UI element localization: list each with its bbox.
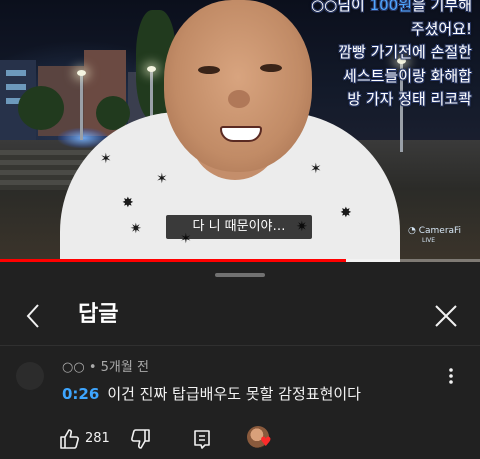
reply-icon — [194, 430, 210, 449]
comment-age: 5개월 전 — [100, 360, 149, 375]
camerafi-watermark: ◔ CameraFi LIVE — [408, 226, 461, 246]
person-eye — [198, 66, 220, 74]
comment-author[interactable]: ○○ — [62, 360, 85, 375]
heart-icon: ♥ — [260, 435, 272, 450]
close-icon — [435, 305, 457, 327]
sheet-header: 답글 — [0, 290, 480, 342]
sheet-drag-handle[interactable] — [215, 273, 265, 277]
video-player[interactable]: ✶ ✸ ✶ ✷ ✶ ✸ ✷ ✶ ○○님이 100원을 기부해 주셨어요! 깜빵 … — [0, 0, 480, 262]
person-face — [164, 0, 312, 172]
background-tree — [18, 86, 64, 130]
donation-line-1: ○○님이 100원을 기부해 — [300, 0, 472, 18]
more-vert-icon — [449, 368, 453, 384]
reply-button[interactable] — [190, 427, 214, 451]
thumbs-up-icon — [60, 429, 79, 449]
donation-line-1-text: ○○님이 100원을 기부해 — [311, 0, 472, 14]
sheet-title: 답글 — [78, 302, 119, 327]
chevron-left-icon — [26, 304, 39, 328]
street-lamp — [77, 70, 86, 140]
watermark-live: LIVE — [422, 237, 436, 244]
comment-item: ○○ • 5개월 전 0:26 이건 진짜 탑급배우도 못할 감정표현이다 281 — [0, 346, 480, 459]
person-mouth — [220, 126, 262, 142]
donation-line-4: 세스트들이랑 화해합 — [343, 66, 472, 85]
comment-text: 이건 진짜 탑급배우도 못할 감정표현이다 — [107, 385, 361, 403]
donation-overlay: ○○님이 100원을 기부해 주셨어요! 깜빵 가기전에 손절한 세스트들이랑 … — [300, 0, 480, 112]
comment-body: 0:26 이건 진짜 탑급배우도 못할 감정표현이다 — [62, 383, 361, 405]
donation-line-5: 방 가자 정태 리코콱 — [347, 90, 472, 108]
meta-separator: • — [88, 360, 97, 375]
donation-line-2: 주셨어요! — [410, 19, 472, 38]
person-eye — [260, 64, 282, 72]
donation-amount: 100원 — [369, 0, 413, 14]
video-caption: 다 니 때문이야… — [166, 215, 312, 239]
replies-sheet: 답글 ○○ • 5개월 전 0:26 이건 진짜 탑급배우도 못할 감정표현이다 — [0, 262, 480, 459]
back-button[interactable] — [20, 302, 48, 330]
like-count: 281 — [85, 431, 110, 446]
comment-actions: 281 ♥ — [0, 424, 480, 454]
close-button[interactable] — [432, 302, 460, 330]
dislike-button[interactable] — [128, 427, 152, 451]
donation-line-3: 깜빵 가기전에 손절한 — [338, 43, 472, 61]
thumbs-down-icon — [131, 429, 150, 449]
comment-meta: ○○ • 5개월 전 — [62, 360, 149, 376]
creator-heart-badge: ♥ — [247, 426, 275, 452]
watermark-logo-icon: ◔ — [408, 226, 419, 236]
watermark-text: CameraFi — [418, 226, 462, 236]
person-nose — [228, 90, 250, 108]
timestamp-link[interactable]: 0:26 — [62, 385, 99, 403]
like-button[interactable] — [58, 427, 82, 451]
avatar[interactable] — [16, 362, 44, 390]
more-options-button[interactable] — [442, 366, 460, 386]
